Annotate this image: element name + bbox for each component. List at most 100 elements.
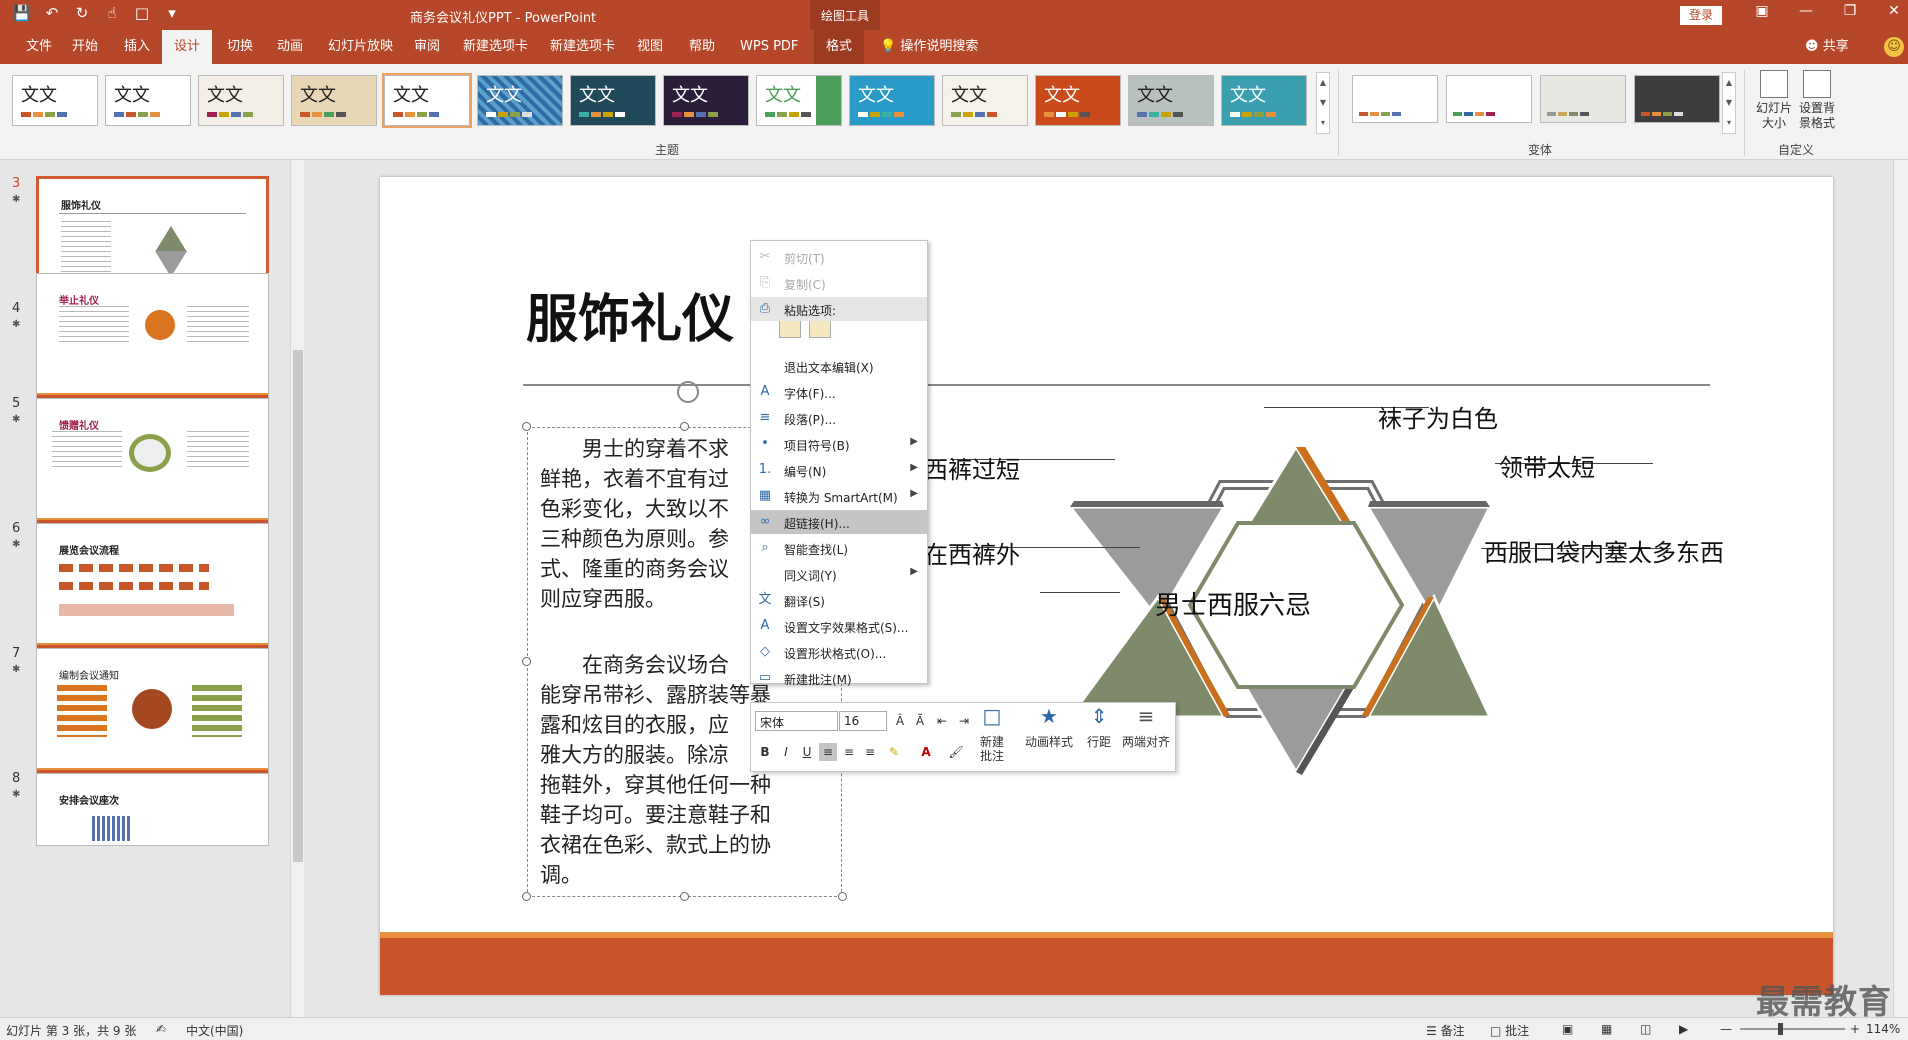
theme-thumb-5[interactable]: 文文 [382,73,472,128]
increase-indent-icon[interactable]: ⇥ [955,712,973,730]
context-menu-item[interactable]: A 设置文字效果格式(S)... [751,614,927,638]
slide-title[interactable]: 服饰礼仪 [526,277,734,352]
slide-thumbnail[interactable]: 举止礼仪 [36,273,269,404]
language-indicator[interactable]: 中文(中国) [186,1022,243,1039]
align-right-icon[interactable]: ≡ [861,743,879,761]
zoom-slider-thumb[interactable] [1778,1023,1783,1035]
notes-button[interactable]: ☰ 备注 [1426,1022,1465,1039]
context-menu-item[interactable]: ⌕ 智能查找(L) [751,536,927,560]
slide-thumbnail[interactable]: 馈赠礼仪 [36,398,269,529]
resize-handle[interactable] [838,892,847,901]
decrease-indent-icon[interactable]: ⇤ [933,712,951,730]
normal-view-icon[interactable]: ▣ [1562,1022,1573,1036]
theme-thumb-4[interactable]: 文文 [291,75,377,126]
diagram-label-pockets[interactable]: 西服口袋内塞太多东西 [1484,533,1724,568]
context-menu-item[interactable]: 同义词(Y) ▶ [751,562,927,586]
customize-icon[interactable]: ▾ [162,4,182,22]
resize-handle[interactable] [522,657,531,666]
tab-1[interactable]: 开始 [60,30,110,64]
theme-thumb-1[interactable]: 文文 [12,75,98,126]
context-menu-item[interactable]: ∞ 超链接(H)... [751,510,927,534]
save-icon[interactable]: 💾 [12,4,32,22]
theme-thumb-11[interactable]: 文文 [942,75,1028,126]
bold-icon[interactable]: B [756,743,774,761]
themes-gallery-scroll[interactable]: ▲ ▼ ▾ [1316,72,1330,134]
slide-sorter-icon[interactable]: ▦ [1601,1022,1612,1036]
restore-icon[interactable]: ❐ [1828,3,1872,19]
context-menu-item[interactable]: ◇ 设置形状格式(O)... [751,640,927,664]
diagram-label-outside-trousers[interactable]: 在西裤外 [924,535,1020,570]
ribbon-display-icon[interactable]: ▣ [1740,3,1784,19]
theme-thumb-7[interactable]: 文文 [570,75,656,126]
line-spacing-button[interactable]: ⇕ 行距 [1083,706,1115,749]
tab-9[interactable]: 新建选项卡 [538,30,627,64]
tab-4[interactable]: 切换 [215,30,265,64]
tab-3[interactable]: 设计 [162,30,213,64]
variant-thumb-4[interactable] [1634,75,1720,123]
font-color-icon[interactable]: A [917,743,935,761]
diagram-label-socks[interactable]: 袜子为白色 [1378,399,1498,434]
tab-0[interactable]: 文件 [14,30,64,64]
diagram-label-short-trousers[interactable]: 西裤过短 [924,450,1020,485]
context-menu-item[interactable]: ✂ 剪切(T) [751,245,927,269]
italic-icon[interactable]: I [777,743,795,761]
context-menu-item[interactable]: ▭ 新建批注(M) [751,666,927,690]
tell-me-search[interactable]: 💡 操作说明搜索 [880,30,978,64]
slideshow-icon[interactable]: ▶ [1679,1022,1688,1036]
theme-thumb-13[interactable]: 文文 [1128,75,1214,126]
redo-icon[interactable]: ↻ [72,4,92,22]
variant-thumb-2[interactable] [1446,75,1532,123]
theme-thumb-10[interactable]: 文文 [849,75,935,126]
theme-thumb-9[interactable]: 文文 [756,75,842,126]
animation-styles-button[interactable]: ★ 动画样式 [1021,706,1077,749]
tab-7[interactable]: 审阅 [402,30,452,64]
reading-view-icon[interactable]: ◫ [1640,1022,1651,1036]
context-menu-item[interactable]: ≡ 段落(P)... [751,406,927,430]
diagram-label-tie[interactable]: 领带太短 [1499,448,1595,483]
context-menu-item[interactable]: 1. 编号(N) ▶ [751,458,927,482]
tab-5[interactable]: 动画 [265,30,315,64]
spellcheck-icon[interactable]: ✍ [156,1022,166,1036]
thumbnail-scrollbar[interactable] [290,160,304,1017]
theme-thumb-6[interactable]: 文文 [477,75,563,126]
share-button[interactable]: ☻ 共享 [1805,30,1849,64]
slide-vertical-scrollbar[interactable] [1893,160,1908,1017]
slide-size-button[interactable]: 幻灯片 大小 [1753,70,1795,131]
theme-thumb-14[interactable]: 文文 [1221,75,1307,126]
theme-thumb-2[interactable]: 文文 [105,75,191,126]
context-menu-item[interactable]: ⎘ 复制(C) [751,271,927,295]
minimize-icon[interactable]: — [1784,3,1828,19]
tab-11[interactable]: 帮助 [677,30,727,64]
zoom-level[interactable]: 114% [1866,1022,1900,1036]
grow-font-icon[interactable]: Â [891,712,909,730]
shrink-font-icon[interactable]: Ă [911,712,929,730]
context-menu-item[interactable]: 文翻译(S) [751,588,927,612]
tab-2[interactable]: 插入 [112,30,162,64]
variant-thumb-3[interactable] [1540,75,1626,123]
zoom-in-icon[interactable]: + [1850,1022,1860,1036]
theme-thumb-8[interactable]: 文文 [663,75,749,126]
theme-thumb-12[interactable]: 文文 [1035,75,1121,126]
resize-handle[interactable] [522,422,531,431]
variant-thumb-1[interactable] [1352,75,1438,123]
new-comment-button[interactable]: □ 新建 批注 [977,706,1007,763]
tab-13[interactable]: 格式 [814,30,865,64]
new-icon[interactable]: □ [132,4,152,22]
highlight-color-icon[interactable]: ✎ [885,743,903,761]
feedback-smiley-icon[interactable]: ☺ [1884,37,1904,57]
slide-canvas[interactable]: 服饰礼仪 男士的穿着不求 鲜艳，衣着不宜有过 色彩变化，大致以不 三种颜色为原则。参式… [380,177,1833,995]
tab-8[interactable]: 新建选项卡 [451,30,540,64]
touch-mode-icon[interactable]: ☝ [102,4,122,22]
login-button[interactable]: 登录 [1680,6,1722,25]
align-left-icon[interactable]: ≡ [819,743,837,761]
slide-thumbnail[interactable]: 编制会议通知 [36,648,269,779]
zoom-out-icon[interactable]: — [1720,1022,1732,1036]
close-icon[interactable]: ✕ [1872,3,1908,19]
tab-12[interactable]: WPS PDF [728,30,810,64]
slide-thumbnail[interactable]: 安排会议座次 [36,773,269,846]
slide-thumbnail[interactable]: 展览会议流程 [36,523,269,654]
justify-button[interactable]: ≡ 两端对齐 [1119,706,1173,749]
variants-gallery-scroll[interactable]: ▲ ▼ ▾ [1722,72,1736,134]
underline-icon[interactable]: U [798,743,816,761]
zoom-slider[interactable] [1740,1028,1845,1030]
